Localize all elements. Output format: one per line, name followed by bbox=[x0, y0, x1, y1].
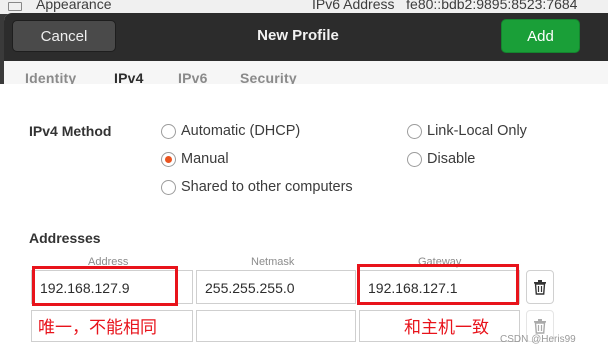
background-ipv6-value: fe80::bdb2:9895:8523:7684 bbox=[406, 0, 578, 12]
background-appearance-label: Appearance bbox=[36, 0, 112, 12]
trash-icon bbox=[534, 280, 546, 295]
radio-link-local-label: Link-Local Only bbox=[427, 123, 527, 139]
address-highlight-box bbox=[32, 266, 178, 306]
delete-address-button[interactable] bbox=[526, 270, 554, 304]
radio-automatic-dhcp[interactable]: Automatic (DHCP) bbox=[161, 123, 300, 139]
radio-dot bbox=[407, 123, 422, 139]
radio-shared-label: Shared to other computers bbox=[181, 179, 353, 195]
gateway-highlight-box bbox=[357, 264, 519, 305]
appearance-icon bbox=[8, 2, 22, 11]
ipv4-method-label: IPv4 Method bbox=[29, 123, 112, 139]
background-window: Appearance IPv6 Address fe80::bdb2:9895:… bbox=[0, 0, 608, 14]
addresses-label: Addresses bbox=[29, 230, 101, 246]
gateway-annotation-text: 和主机一致 bbox=[404, 318, 489, 337]
radio-dot bbox=[407, 151, 422, 167]
radio-disable-label: Disable bbox=[427, 151, 476, 167]
background-ipv6-address: IPv6 Address fe80::bdb2:9895:8523:7684 bbox=[312, 0, 577, 12]
radio-manual[interactable]: Manual bbox=[161, 151, 229, 167]
radio-shared-to-other-computers[interactable]: Shared to other computers bbox=[161, 179, 353, 195]
address-annotation-text: 唯一，不能相同 bbox=[38, 318, 157, 337]
ipv4-settings-panel: IPv4 Method Automatic (DHCP) Link-Local … bbox=[0, 84, 608, 354]
netmask-field-empty[interactable] bbox=[196, 310, 356, 342]
radio-disable[interactable]: Disable bbox=[407, 151, 475, 167]
add-button[interactable]: Add bbox=[501, 19, 580, 53]
dialog-title-text: New Profile bbox=[257, 27, 339, 44]
radio-automatic-label: Automatic (DHCP) bbox=[181, 123, 301, 139]
trash-icon bbox=[534, 319, 546, 334]
radio-dot-selected bbox=[161, 151, 176, 167]
dialog-header: Cancel New Profile Add bbox=[4, 13, 608, 61]
radio-manual-label: Manual bbox=[181, 151, 229, 167]
background-ipv6-label: IPv6 Address bbox=[312, 0, 395, 12]
watermark: CSDN @Heris99 bbox=[500, 334, 576, 345]
column-header-netmask: Netmask bbox=[251, 256, 295, 268]
netmask-field[interactable]: 255.255.255.0 bbox=[196, 270, 356, 304]
radio-dot bbox=[161, 179, 176, 195]
radio-link-local-only[interactable]: Link-Local Only bbox=[407, 123, 527, 139]
radio-dot bbox=[161, 123, 176, 139]
